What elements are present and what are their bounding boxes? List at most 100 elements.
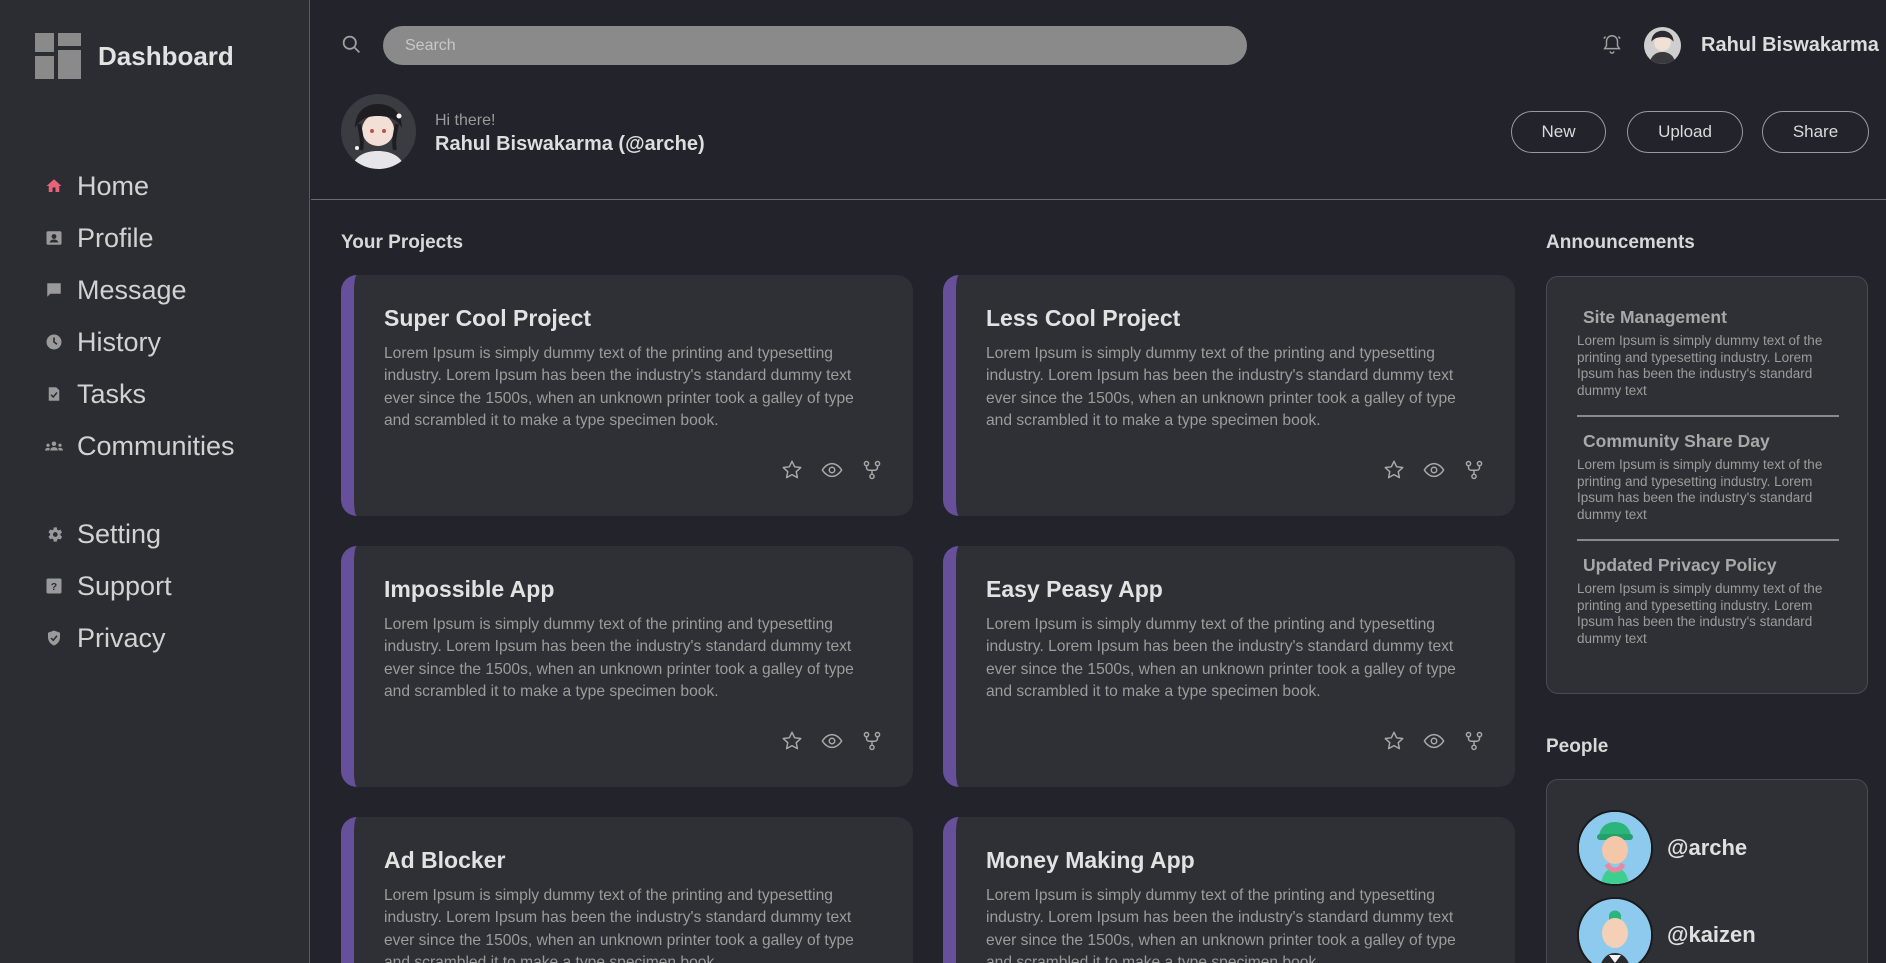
- fork-icon[interactable]: [861, 459, 883, 481]
- announcement-text: Lorem Ipsum is simply dummy text of the …: [1577, 457, 1823, 522]
- project-desc: Lorem Ipsum is simply dummy text of the …: [384, 345, 854, 430]
- person-item[interactable]: @arche: [1577, 810, 1747, 886]
- new-button[interactable]: New: [1511, 111, 1606, 153]
- top-bar: Rahul Biswakarma: [311, 0, 1886, 90]
- announcement-title: Updated Privacy Policy: [1583, 555, 1777, 575]
- gear-icon: [44, 524, 64, 544]
- project-desc: Lorem Ipsum is simply dummy text of the …: [986, 887, 1456, 963]
- sidebar-item-communities[interactable]: Communities: [44, 420, 235, 472]
- user-full-name: Rahul Biswakarma (@arche): [435, 133, 705, 155]
- project-card[interactable]: Ad Blocker Lorem Ipsum is simply dummy t…: [341, 817, 913, 963]
- project-title: Ad Blocker: [384, 847, 506, 873]
- sidebar-item-label: Support: [77, 570, 172, 601]
- sidebar-item-label: Setting: [77, 518, 162, 549]
- project-card[interactable]: Money Making App Lorem Ipsum is simply d…: [943, 817, 1515, 963]
- sidebar-item-privacy[interactable]: Privacy: [44, 612, 172, 664]
- project-actions: [781, 459, 883, 481]
- announcement-text: Lorem Ipsum is simply dummy text of the …: [1577, 333, 1823, 398]
- sidebar-item-label: Tasks: [77, 378, 147, 409]
- eye-icon[interactable]: [821, 730, 843, 752]
- announcements-panel: Site Management Lorem Ipsum is simply du…: [1546, 276, 1868, 694]
- sidebar-item-profile[interactable]: Profile: [44, 212, 235, 264]
- eye-icon[interactable]: [1423, 459, 1445, 481]
- announcement-item[interactable]: Site Management Lorem Ipsum is simply du…: [1577, 307, 1839, 399]
- announcement-title: Community Share Day: [1583, 431, 1770, 451]
- announcement-item[interactable]: Community Share Day Lorem Ipsum is simpl…: [1577, 431, 1839, 523]
- divider: [1577, 415, 1839, 417]
- person-item[interactable]: @kaizen: [1577, 897, 1756, 963]
- sidebar-item-label: Message: [77, 274, 187, 305]
- star-icon[interactable]: [781, 730, 803, 752]
- project-title: Super Cool Project: [384, 305, 592, 331]
- project-actions: [1383, 730, 1485, 752]
- announcement-text: Lorem Ipsum is simply dummy text of the …: [1577, 581, 1823, 646]
- project-card[interactable]: Easy Peasy App Lorem Ipsum is simply dum…: [943, 546, 1515, 787]
- avatar[interactable]: [341, 94, 416, 169]
- message-icon: [44, 280, 64, 300]
- sidebar-item-home[interactable]: Home: [44, 160, 235, 212]
- people-panel: @arche @kaizen: [1546, 779, 1868, 963]
- greeting-text: Hi there!: [435, 112, 496, 129]
- fork-icon[interactable]: [1463, 730, 1485, 752]
- bell-icon[interactable]: [1601, 33, 1623, 60]
- upload-button[interactable]: Upload: [1627, 111, 1743, 153]
- announcement-title: Site Management: [1583, 307, 1727, 327]
- project-actions: [781, 730, 883, 752]
- star-icon[interactable]: [1383, 459, 1405, 481]
- announcement-item[interactable]: Updated Privacy Policy Lorem Ipsum is si…: [1577, 555, 1839, 647]
- brand-title: Dashboard: [98, 40, 234, 71]
- history-icon: [44, 332, 64, 352]
- dashboard-logo-icon: [35, 33, 81, 79]
- communities-icon: [44, 436, 64, 456]
- sidebar-item-tasks[interactable]: Tasks: [44, 368, 235, 420]
- project-title: Money Making App: [986, 847, 1195, 873]
- star-icon[interactable]: [781, 459, 803, 481]
- share-button[interactable]: Share: [1762, 111, 1869, 153]
- fork-icon[interactable]: [861, 730, 883, 752]
- search-input[interactable]: [383, 26, 1247, 65]
- announcements-title: Announcements: [1546, 232, 1695, 253]
- sidebar-item-setting[interactable]: Setting: [44, 508, 172, 560]
- project-title: Impossible App: [384, 576, 555, 602]
- search-icon[interactable]: [341, 34, 362, 60]
- sidebar-item-label: Communities: [77, 430, 235, 461]
- projects-title: Your Projects: [341, 232, 464, 253]
- fork-icon[interactable]: [1463, 459, 1485, 481]
- sidebar-secondary-nav: Setting ? Support Privacy: [44, 508, 172, 664]
- project-actions: [1383, 459, 1485, 481]
- project-desc: Lorem Ipsum is simply dummy text of the …: [384, 616, 854, 701]
- greeting-bar: Hi there! Rahul Biswakarma (@arche) New …: [311, 90, 1886, 200]
- divider: [1577, 539, 1839, 541]
- project-desc: Lorem Ipsum is simply dummy text of the …: [986, 345, 1456, 430]
- top-username[interactable]: Rahul Biswakarma: [1701, 34, 1879, 57]
- shield-icon: [44, 628, 64, 648]
- person-handle: @kaizen: [1667, 922, 1756, 947]
- people-title: People: [1546, 736, 1609, 757]
- home-icon: [44, 176, 64, 196]
- project-title: Easy Peasy App: [986, 576, 1163, 602]
- avatar: [1577, 897, 1653, 963]
- dashboard-app: Dashboard Home Profile Message History T…: [0, 0, 1886, 963]
- project-card[interactable]: Impossible App Lorem Ipsum is simply dum…: [341, 546, 913, 787]
- avatar: [1577, 810, 1653, 886]
- sidebar-main-nav: Home Profile Message History Tasks Commu…: [44, 160, 235, 472]
- star-icon[interactable]: [1383, 730, 1405, 752]
- project-desc: Lorem Ipsum is simply dummy text of the …: [384, 887, 854, 963]
- sidebar: Dashboard Home Profile Message History T…: [0, 0, 310, 963]
- help-icon: ?: [44, 576, 64, 596]
- sidebar-item-label: Profile: [77, 222, 154, 253]
- project-card[interactable]: Super Cool Project Lorem Ipsum is simply…: [341, 275, 913, 516]
- person-handle: @arche: [1667, 835, 1748, 860]
- sidebar-item-label: History: [77, 326, 162, 357]
- avatar[interactable]: [1644, 27, 1681, 64]
- profile-icon: [44, 228, 64, 248]
- tasks-icon: [44, 384, 64, 404]
- sidebar-item-support[interactable]: ? Support: [44, 560, 172, 612]
- eye-icon[interactable]: [821, 459, 843, 481]
- sidebar-item-message[interactable]: Message: [44, 264, 235, 316]
- project-title: Less Cool Project: [986, 305, 1181, 331]
- brand[interactable]: Dashboard: [35, 33, 234, 79]
- eye-icon[interactable]: [1423, 730, 1445, 752]
- sidebar-item-history[interactable]: History: [44, 316, 235, 368]
- project-card[interactable]: Less Cool Project Lorem Ipsum is simply …: [943, 275, 1515, 516]
